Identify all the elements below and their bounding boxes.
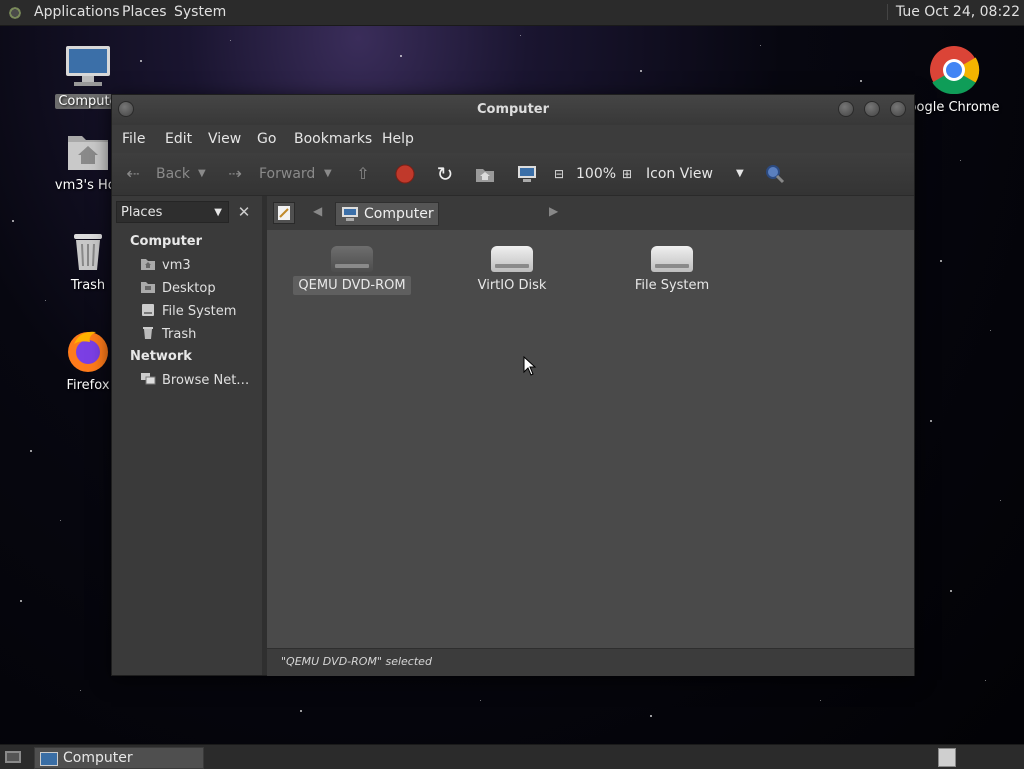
close-button[interactable] — [890, 101, 906, 117]
taskbar-item-computer[interactable]: Computer — [34, 747, 204, 769]
mouse-cursor-icon — [523, 356, 537, 376]
file-item-file-system[interactable]: File System — [602, 230, 742, 295]
zoom-out-icon[interactable]: ⊟ — [548, 163, 570, 185]
sidebar-item-label: Desktop — [162, 281, 216, 296]
view-mode-dropdown-icon[interactable]: ▼ — [736, 168, 744, 179]
trash-icon — [74, 234, 102, 270]
window-titlebar[interactable]: Computer — [112, 95, 914, 125]
home-folder-icon — [141, 259, 155, 270]
zoom-in-icon[interactable]: ⊞ — [616, 163, 638, 185]
chevron-down-icon: ▼ — [214, 207, 222, 218]
search-icon[interactable] — [764, 163, 786, 185]
places-sidebar: Places ▼ ✕ Computer vm3 Desktop File Sys… — [112, 196, 267, 675]
sidebar-heading-computer: Computer — [130, 234, 203, 249]
file-view: QEMU DVD-ROM VirtIO Disk File System — [267, 230, 914, 648]
toolbar: ⇠ Back ▼ ⇢ Forward ▼ ⇧ ↻ ⊟ 100% ⊞ Icon V… — [112, 153, 914, 196]
menu-help[interactable]: Help — [382, 131, 414, 147]
back-button[interactable]: Back — [156, 166, 190, 182]
file-item-label: VirtIO Disk — [477, 278, 547, 293]
maximize-button[interactable] — [864, 101, 880, 117]
sidebar-item-label: vm3 — [162, 258, 191, 273]
menu-edit[interactable]: Edit — [165, 131, 192, 147]
places-menu[interactable]: Places — [122, 4, 167, 20]
breadcrumb-label: Computer — [364, 206, 434, 222]
chrome-icon — [930, 46, 980, 95]
hard-disk-icon — [491, 246, 533, 272]
taskbar-item-label: Computer — [63, 750, 133, 766]
forward-button[interactable]: Forward — [259, 166, 315, 182]
bottom-panel: Computer — [0, 744, 1024, 769]
applications-menu[interactable]: Applications — [34, 4, 120, 20]
home-icon[interactable] — [474, 163, 496, 185]
forward-arrow-icon: ⇢ — [228, 164, 242, 183]
crumb-right-arrow-icon[interactable]: ▶ — [549, 204, 558, 218]
file-item-label: QEMU DVD-ROM — [293, 276, 411, 295]
desktop-icon-label: Trash — [70, 278, 106, 293]
breadcrumb-computer[interactable]: Computer — [335, 202, 439, 226]
menu-view[interactable]: View — [208, 131, 241, 147]
top-panel: Applications Places System Tue Oct 24, 0… — [0, 0, 1024, 26]
minimize-button[interactable] — [838, 101, 854, 117]
sidebar-type-select[interactable]: Places ▼ — [116, 201, 229, 223]
system-menu[interactable]: System — [174, 4, 226, 20]
back-history-dropdown-icon[interactable]: ▼ — [198, 168, 206, 179]
sidebar-item-label: Trash — [162, 327, 197, 342]
sidebar-item-label: File System — [162, 304, 237, 319]
up-arrow-icon[interactable]: ⇧ — [352, 163, 374, 185]
show-desktop-icon[interactable] — [4, 749, 22, 765]
menu-file[interactable]: File — [122, 131, 145, 147]
window-title: Computer — [476, 102, 550, 117]
clock[interactable]: Tue Oct 24, 08:22 — [886, 4, 1020, 20]
pencil-icon — [278, 206, 290, 220]
close-sidebar-icon[interactable]: ✕ — [233, 201, 255, 223]
computer-icon — [342, 207, 358, 221]
desktop-folder-icon — [141, 282, 155, 293]
status-text: "QEMU DVD-ROM" selected — [281, 655, 432, 668]
sidebar-item-file-system[interactable]: File System — [140, 303, 236, 319]
file-manager-window: Computer File Edit View Go Bookmarks Hel… — [111, 94, 915, 676]
file-item-virtio-disk[interactable]: VirtIO Disk — [442, 230, 582, 295]
computer-icon — [66, 46, 110, 86]
sidebar-item-desktop[interactable]: Desktop — [140, 280, 216, 296]
view-mode-select[interactable]: Icon View — [646, 166, 713, 182]
desktop-icon-label: Firefox — [66, 378, 110, 393]
sidebar-heading-network: Network — [130, 349, 192, 364]
hard-disk-icon — [651, 246, 693, 272]
crumb-left-arrow-icon[interactable]: ◀ — [313, 204, 322, 218]
network-icon — [141, 373, 156, 385]
firefox-icon — [68, 331, 108, 372]
forward-history-dropdown-icon[interactable]: ▼ — [324, 168, 332, 179]
zoom-level: 100% — [576, 166, 617, 182]
desktop-icon-label: oogle Chrome — [908, 100, 1000, 115]
menubar: File Edit View Go Bookmarks Help — [112, 125, 914, 153]
status-bar: "QEMU DVD-ROM" selected — [267, 648, 914, 676]
sidebar-item-label: Browse Net… — [162, 373, 250, 388]
optical-drive-icon — [331, 246, 373, 272]
distro-logo-icon[interactable] — [6, 4, 24, 22]
computer-icon — [40, 752, 58, 766]
sidebar-item-vm3[interactable]: vm3 — [140, 257, 191, 273]
trash-icon — [143, 327, 153, 339]
sidebar-item-trash[interactable]: Trash — [140, 326, 196, 342]
back-arrow-icon: ⇠ — [126, 164, 140, 183]
desktop-icon-chrome[interactable]: oogle Chrome — [904, 44, 1004, 115]
location-bar: ◀ Computer ▶ — [267, 196, 914, 230]
menu-go[interactable]: Go — [257, 131, 276, 147]
file-item-qemu-dvd-rom[interactable]: QEMU DVD-ROM — [282, 230, 422, 295]
home-folder-icon — [68, 136, 108, 170]
sidebar-item-browse-network[interactable]: Browse Net… — [140, 372, 249, 388]
sidebar-type-label: Places — [121, 205, 163, 220]
menu-bookmarks[interactable]: Bookmarks — [294, 131, 372, 147]
workspace-switcher[interactable] — [938, 748, 956, 767]
computer-icon[interactable] — [516, 163, 538, 185]
file-item-label: File System — [634, 278, 710, 293]
stop-icon[interactable] — [394, 163, 416, 185]
edit-location-icon[interactable] — [273, 202, 295, 224]
reload-icon[interactable]: ↻ — [434, 163, 456, 185]
drive-icon — [142, 304, 154, 316]
